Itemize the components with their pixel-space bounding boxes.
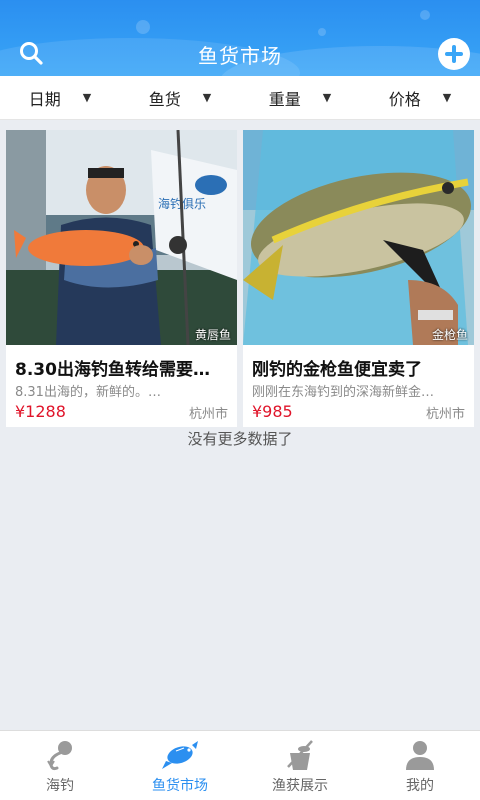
listing-card[interactable]: 金枪鱼 刚钓的金枪鱼便宜卖了 刚刚在东海钓到的深海新鲜金… ¥985 杭州市 xyxy=(243,130,474,427)
filter-date[interactable]: 日期 ▼ xyxy=(0,76,120,119)
fish-icon xyxy=(162,741,198,769)
listing-title: 8.30出海钓鱼转给需要… xyxy=(15,360,210,380)
dropdown-arrow-icon: ▼ xyxy=(322,91,332,104)
catch-bucket-icon xyxy=(287,740,313,770)
listing-description: 8.31出海的，新鲜的。… xyxy=(15,385,161,400)
filter-price[interactable]: 价格 ▼ xyxy=(360,76,480,119)
filter-weight[interactable]: 重量 ▼ xyxy=(240,76,360,119)
page-title: 鱼货市场 xyxy=(198,44,282,68)
filter-fish[interactable]: 鱼货 ▼ xyxy=(120,76,240,119)
dropdown-arrow-icon: ▼ xyxy=(202,91,212,104)
filter-label: 重量 xyxy=(268,89,301,109)
listing-grid: 海钓俱乐 黄唇鱼 8.30出海钓鱼转给需要… 8.31出海的，新鲜的。… ¥12… xyxy=(6,130,474,427)
nav-item-sea-fishing[interactable]: 海钓 xyxy=(0,731,120,800)
listing-description: 刚刚在东海钓到的深海新鲜金… xyxy=(252,385,435,400)
nav-label: 鱼货市场 xyxy=(152,778,208,794)
fish-species-tag: 金枪鱼 xyxy=(431,328,468,342)
nav-item-profile[interactable]: 我的 xyxy=(360,731,480,800)
header-bubble xyxy=(420,10,430,20)
filter-label: 价格 xyxy=(388,89,421,109)
nav-item-fish-market[interactable]: 鱼货市场 xyxy=(120,731,240,800)
listing-city: 杭州市 xyxy=(188,407,228,422)
bottom-nav: 海钓 鱼货市场 渔获展示 我的 xyxy=(0,730,480,800)
filter-label: 鱼货 xyxy=(148,89,181,109)
dropdown-arrow-icon: ▼ xyxy=(82,91,92,104)
nav-label: 海钓 xyxy=(46,778,74,794)
dropdown-arrow-icon: ▼ xyxy=(442,91,452,104)
header: 鱼货市场 xyxy=(0,0,480,76)
listing-price: ¥985 xyxy=(252,402,293,421)
user-icon xyxy=(406,741,434,770)
add-listing-button[interactable] xyxy=(438,38,470,70)
listing-photo: 海钓俱乐 xyxy=(6,130,237,345)
header-bubble xyxy=(318,28,326,36)
header-bubble xyxy=(136,20,150,34)
listing-city: 杭州市 xyxy=(425,407,465,422)
nav-item-catch-showcase[interactable]: 渔获展示 xyxy=(240,731,360,800)
filter-bar: 日期 ▼ 鱼货 ▼ 重量 ▼ 价格 ▼ xyxy=(0,76,480,120)
listing-photo xyxy=(243,130,474,345)
no-more-data-text: 没有更多数据了 xyxy=(187,430,293,448)
listing-price: ¥1288 xyxy=(15,402,66,421)
listing-title: 刚钓的金枪鱼便宜卖了 xyxy=(252,360,422,380)
filter-label: 日期 xyxy=(28,89,61,109)
nav-label: 渔获展示 xyxy=(272,778,328,794)
fishing-hook-icon xyxy=(47,741,72,771)
nav-label: 我的 xyxy=(406,778,434,794)
listing-card[interactable]: 海钓俱乐 黄唇鱼 8.30出海钓鱼转给需要… 8.31出海的，新鲜的。… ¥12… xyxy=(6,130,237,427)
fish-species-tag: 黄唇鱼 xyxy=(194,328,231,342)
